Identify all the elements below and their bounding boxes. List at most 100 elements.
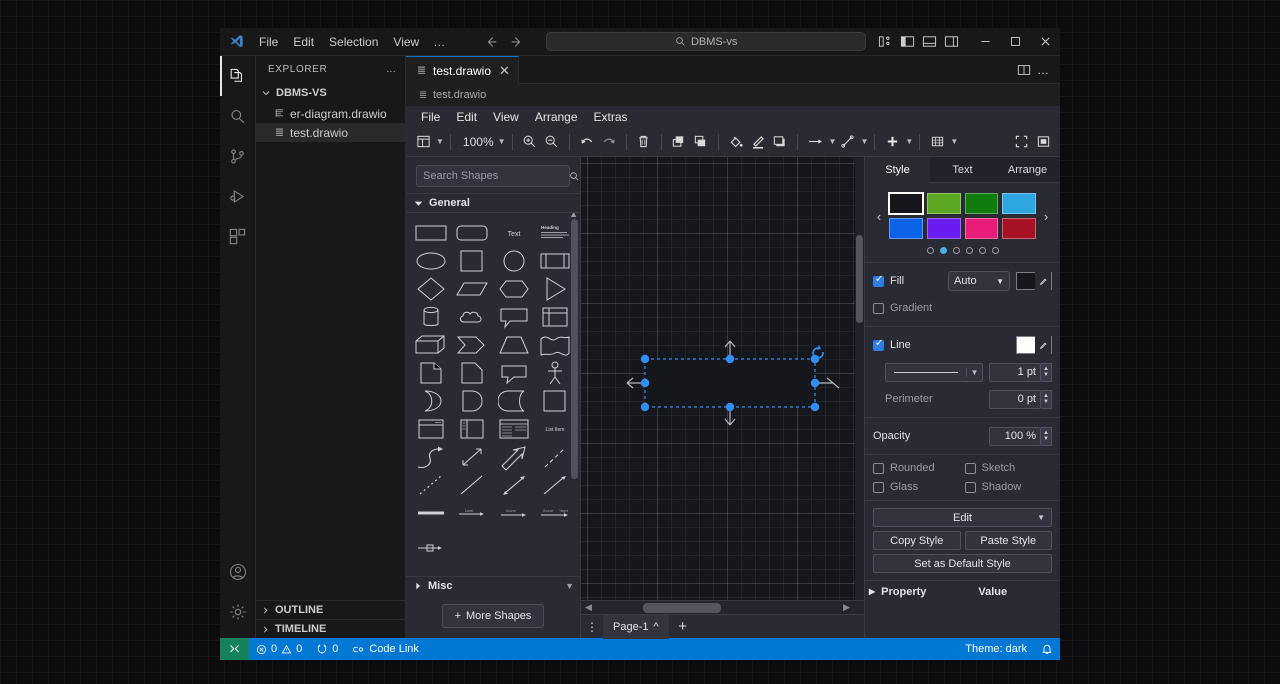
shape-delay[interactable] [452, 387, 494, 415]
shape-diamond[interactable] [410, 275, 452, 303]
shape-double-arrow[interactable] [452, 443, 494, 471]
zoom-out-icon[interactable] [541, 130, 563, 154]
maximize-button[interactable] [1000, 28, 1030, 56]
shape-parallelogram[interactable] [452, 275, 494, 303]
edit-style-button[interactable]: Edit ▼ [873, 508, 1052, 527]
rounded-option[interactable]: Rounded [873, 462, 961, 474]
tab-text[interactable]: Text [930, 157, 995, 183]
drawio-menu-view[interactable]: View [486, 108, 526, 126]
palette-next-button[interactable]: › [1040, 209, 1052, 224]
shape-textbox[interactable]: Heading [535, 219, 577, 247]
drawio-menu-arrange[interactable]: Arrange [528, 108, 585, 126]
navigation-buttons[interactable] [484, 35, 524, 49]
tab-test-drawio[interactable]: test.drawio ✕ [406, 56, 519, 84]
shapes-scroll-down-icon[interactable]: ▼ [565, 581, 580, 591]
drawio-menu-file[interactable]: File [414, 108, 447, 126]
shapes-scrollbar[interactable] [571, 219, 578, 479]
folder-root-row[interactable]: DBMS-VS [256, 82, 405, 104]
shape-dual-labeled-connector[interactable]: SourceTarget [535, 499, 577, 527]
problems-status[interactable]: 0 0 [249, 638, 309, 660]
window-menu[interactable]: File Edit Selection View … [252, 32, 452, 52]
toggle-panel-icon[interactable] [918, 31, 940, 53]
set-default-style-button[interactable]: Set as Default Style [873, 554, 1052, 573]
shape-internal-storage[interactable] [535, 303, 577, 331]
accounts-icon[interactable] [220, 552, 256, 592]
shape-cylinder[interactable] [410, 303, 452, 331]
breadcrumb[interactable]: test.drawio [406, 84, 1060, 106]
shape-speech-bubble[interactable] [493, 359, 535, 387]
sketch-option[interactable]: Sketch [965, 462, 1053, 474]
swatch-blue[interactable] [889, 218, 923, 239]
add-page-button[interactable]: + [669, 618, 697, 635]
shape-rounded-rectangle[interactable] [452, 219, 494, 247]
toggle-secondary-sidebar-icon[interactable] [940, 31, 962, 53]
fullscreen-icon[interactable] [1010, 130, 1032, 154]
shape-triangle[interactable] [535, 275, 577, 303]
connection-arrow-icon[interactable] [804, 130, 827, 154]
shape-section-misc[interactable]: Misc ▼ [406, 576, 580, 594]
menu-edit[interactable]: Edit [286, 32, 321, 52]
file-item-er-diagram[interactable]: er-diagram.drawio [256, 104, 405, 123]
swatch-purple[interactable] [927, 218, 961, 239]
perimeter-value[interactable]: 0 pt [989, 390, 1041, 409]
customize-layout-icon[interactable] [874, 31, 896, 53]
tab-close-icon[interactable]: ✕ [499, 63, 510, 79]
palette-dot-4[interactable] [966, 247, 973, 254]
insert-plus-icon[interactable] [881, 130, 903, 154]
shape-labeled-arrow[interactable]: Label [452, 499, 494, 527]
swatch-default-selected[interactable] [889, 193, 923, 214]
shape-connector-with-node[interactable] [410, 527, 452, 567]
chevron-right-icon[interactable]: ▶ [869, 587, 875, 596]
fill-color-button[interactable] [1016, 272, 1052, 290]
shape-circle[interactable] [493, 247, 535, 275]
line-style-select[interactable]: ▼ [885, 363, 983, 382]
shape-data-storage[interactable] [493, 387, 535, 415]
shape-thick-line[interactable] [410, 499, 452, 527]
shape-or[interactable] [410, 387, 452, 415]
fill-eyedropper-icon[interactable] [1035, 272, 1051, 290]
sidebar-item-source-control[interactable] [220, 136, 256, 176]
canvas-horizontal-thumb[interactable] [643, 603, 721, 613]
explorer-more-actions[interactable]: … [386, 64, 397, 75]
shape-bidirectional-arrow[interactable] [493, 471, 535, 499]
shape-actor[interactable] [535, 359, 577, 387]
canvas-horizontal-scrollbar[interactable]: ◀ ▶ [581, 600, 864, 614]
command-center-search[interactable]: DBMS-vs [546, 32, 866, 51]
fill-mode-select[interactable]: Auto ▼ [948, 271, 1010, 291]
canvas-vertical-scrollbar[interactable] [855, 157, 864, 600]
shape-labeled-connector[interactable]: Source [493, 499, 535, 527]
palette-dot-1[interactable] [927, 247, 934, 254]
sidebar-item-search[interactable] [220, 96, 256, 136]
swatch-pink[interactable] [965, 218, 999, 239]
palette-dot-2[interactable] [940, 247, 947, 254]
page-caret-icon[interactable]: ^ [653, 621, 658, 633]
shape-curved-arrow[interactable] [410, 443, 452, 471]
palette-dot-5[interactable] [979, 247, 986, 254]
tab-arrange[interactable]: Arrange [995, 157, 1060, 183]
undo-icon[interactable] [576, 130, 598, 154]
shape-hexagon[interactable] [493, 275, 535, 303]
line-width-spinner[interactable]: ▲▼ [1041, 363, 1052, 382]
menu-file[interactable]: File [252, 32, 285, 52]
close-button[interactable] [1030, 28, 1060, 56]
page-tab-page-1[interactable]: Page-1 ^ [603, 615, 669, 639]
shape-document[interactable] [410, 359, 452, 387]
opacity-stepper[interactable]: 100 % ▲▼ [989, 427, 1052, 446]
shape-step[interactable] [452, 331, 494, 359]
swatch-red[interactable] [1002, 218, 1036, 239]
insert-caret-icon[interactable]: ▼ [905, 137, 913, 146]
shape-text[interactable]: Text [493, 219, 535, 247]
line-eyedropper-icon[interactable] [1035, 336, 1051, 354]
shape-list-item[interactable]: List Item [535, 415, 577, 443]
notifications-button[interactable] [1034, 638, 1060, 660]
opacity-value[interactable]: 100 % [989, 427, 1041, 446]
shadow-checkbox[interactable] [965, 482, 976, 493]
palette-dot-3[interactable] [953, 247, 960, 254]
format-panel-icon[interactable] [1032, 130, 1054, 154]
shape-trapezoid[interactable] [493, 331, 535, 359]
fill-color-icon[interactable] [725, 130, 747, 154]
opacity-spinner[interactable]: ▲▼ [1041, 427, 1052, 446]
split-editor-icon[interactable] [1017, 63, 1031, 77]
palette-prev-button[interactable]: ‹ [873, 209, 885, 224]
shapes-scroll-area[interactable]: Text Heading [406, 213, 580, 576]
